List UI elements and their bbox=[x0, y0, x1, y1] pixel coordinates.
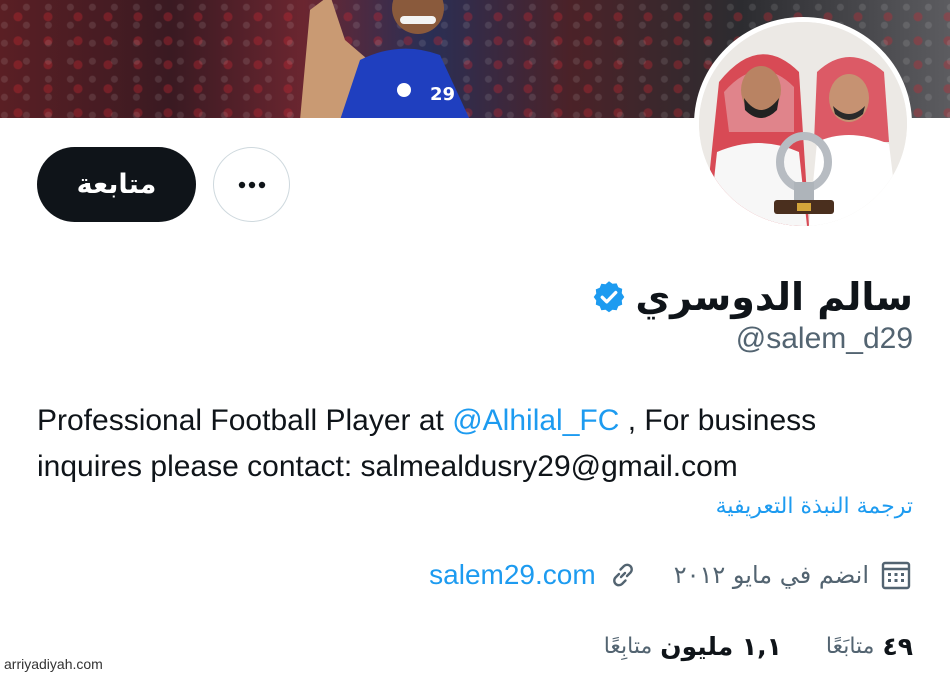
profile-meta-row: انضم في مايو ٢٠١٢ salem29.com bbox=[429, 555, 913, 595]
joined-date: انضم في مايو ٢٠١٢ bbox=[673, 561, 869, 589]
more-options-button[interactable] bbox=[213, 147, 290, 222]
avatar-photo bbox=[699, 22, 907, 226]
following-count: ٤٩ bbox=[882, 631, 913, 661]
bio-mention-link[interactable]: @Alhilal_FC bbox=[452, 404, 619, 437]
following-label: متابَعًا bbox=[825, 633, 875, 659]
profile-name-row: سالم الدوسري bbox=[591, 272, 913, 322]
follow-button[interactable]: متابعة bbox=[37, 147, 196, 222]
profile-bio: Professional Football Player at @Alhilal… bbox=[37, 398, 917, 490]
svg-text:29: 29 bbox=[430, 84, 455, 105]
following-stat[interactable]: ٤٩ متابَعًا bbox=[826, 632, 913, 661]
profile-name: سالم الدوسري bbox=[635, 275, 913, 319]
followers-label: متابِعًا bbox=[603, 633, 653, 659]
more-icon bbox=[238, 181, 265, 188]
website-link[interactable]: salem29.com bbox=[429, 559, 596, 591]
profile-stats-row: ٤٩ متابَعًا ١,١ مليون متابِعًا bbox=[604, 626, 913, 666]
source-watermark: arriyadiyah.com bbox=[4, 656, 103, 672]
translate-bio-link[interactable]: ترجمة النبذة التعريفية bbox=[716, 494, 913, 519]
calendar-icon bbox=[879, 558, 913, 592]
profile-handle: @salem_d29 bbox=[735, 322, 913, 355]
followers-stat[interactable]: ١,١ مليون متابِعًا bbox=[604, 632, 782, 661]
link-icon bbox=[606, 558, 640, 592]
bio-text-prefix: Professional Football Player at bbox=[37, 404, 453, 437]
profile-avatar[interactable] bbox=[694, 17, 912, 231]
followers-count: ١,١ مليون bbox=[660, 631, 782, 661]
verified-badge-icon bbox=[594, 281, 625, 313]
banner-player-image: 29 bbox=[300, 0, 470, 118]
